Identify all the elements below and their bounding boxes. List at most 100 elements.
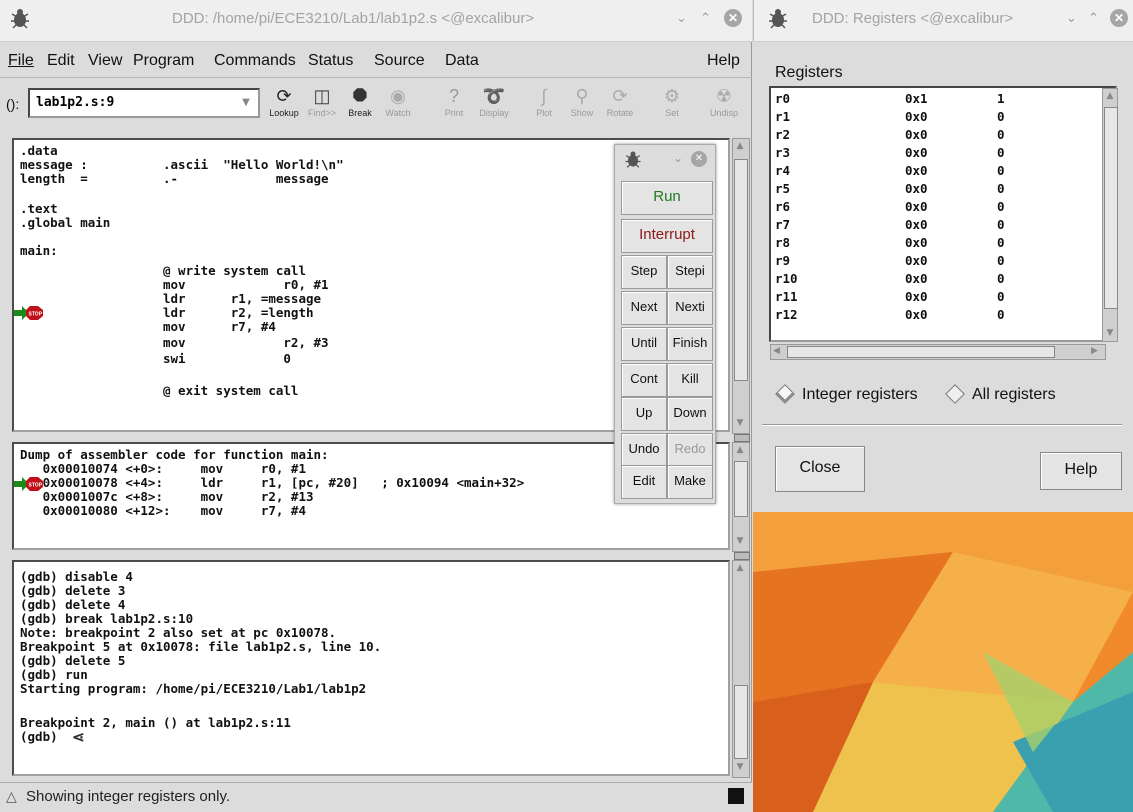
set-button[interactable]: ⚙ Set [650, 84, 694, 128]
run-button[interactable]: Run [621, 181, 713, 215]
command-tool-close-icon[interactable]: ✕ [691, 151, 707, 167]
scroll-down-icon[interactable]: ▼ [734, 535, 746, 547]
menu-help[interactable]: Help [707, 52, 740, 70]
status-indicator [728, 788, 744, 804]
scroll-down-icon[interactable]: ▼ [734, 761, 746, 773]
watch-icon: ◉ [390, 86, 406, 106]
argument-field[interactable]: lab1p2.s:9 [28, 88, 260, 118]
ddd-bug-icon [625, 151, 641, 168]
menu-status[interactable]: Status [308, 52, 353, 70]
assembler-scrollbar[interactable]: ▲ ▼ [732, 442, 750, 552]
registers-window-title: DDD: Registers <@excalibur> [812, 10, 1014, 27]
finish-button[interactable]: Finish [667, 327, 713, 361]
svg-text:STOP: STOP [29, 312, 43, 318]
pane-sash[interactable] [734, 434, 750, 442]
menu-data[interactable]: Data [445, 52, 479, 70]
main-window-title: DDD: /home/pi/ECE3210/Lab1/lab1p2.s <@ex… [172, 10, 535, 27]
menu-file[interactable]: File [8, 52, 34, 70]
minimize-icon[interactable]: ⌄ [676, 10, 687, 26]
scroll-up-icon[interactable]: ▲ [734, 140, 746, 152]
source-scroll-thumb[interactable] [734, 159, 748, 381]
registers-list[interactable]: r0 0x1 1 r1 0x0 0 r2 0x0 0 r3 0x0 0 r4 0x0 0 r5 0x0… [769, 86, 1117, 342]
menu-source[interactable]: Source [374, 52, 425, 70]
scroll-down-icon[interactable]: ▼ [734, 417, 746, 429]
menu-program[interactable]: Program [133, 52, 194, 70]
registers-help-button[interactable]: Help [1040, 452, 1122, 490]
svg-text:STOP: STOP [29, 483, 43, 489]
nexti-button[interactable]: Nexti [667, 291, 713, 325]
stepi-button[interactable]: Stepi [667, 255, 713, 289]
close-icon[interactable]: ✕ [724, 9, 742, 27]
source-line: mov r2, #3 [20, 335, 329, 350]
scroll-up-icon[interactable]: ▲ [1104, 90, 1116, 102]
next-button[interactable]: Next [621, 291, 667, 325]
registers-hscroll-thumb[interactable] [787, 346, 1055, 358]
gdb-console-pane[interactable]: (gdb) disable 4 (gdb) delete 3 (gdb) del… [12, 560, 730, 776]
text-cursor-icon: ⋖ [72, 728, 85, 746]
source-line: swi 0 [20, 351, 291, 366]
set-icon: ⚙ [663, 86, 681, 106]
console-scrollbar[interactable]: ▲ ▼ [732, 560, 750, 778]
scroll-down-icon[interactable]: ▼ [1104, 327, 1116, 339]
registers-heading: Registers [775, 64, 843, 81]
registers-close-button[interactable]: Close [775, 446, 865, 492]
edit-button[interactable]: Edit [621, 465, 667, 499]
kill-button[interactable]: Kill [667, 363, 713, 397]
ddd-bug-icon [11, 9, 29, 29]
menu-view[interactable]: View [88, 52, 122, 70]
execution-arrow-breakpoint-icon[interactable]: STOP [14, 305, 44, 321]
main-titlebar[interactable]: DDD: /home/pi/ECE3210/Lab1/lab1p2.s <@ex… [0, 0, 752, 42]
minimize-icon[interactable]: ⌄ [1066, 10, 1077, 26]
step-button[interactable]: Step [621, 255, 667, 289]
asm-line: 0x00010080 <+12>: mov r7, #4 [20, 503, 306, 518]
registers-scroll-thumb[interactable] [1104, 107, 1118, 309]
status-message: Showing integer registers only. [26, 788, 230, 805]
watch-button[interactable]: ◉ Watch [376, 84, 420, 128]
print-button[interactable]: ? Print [432, 84, 476, 128]
assembler-scroll-thumb[interactable] [734, 461, 748, 517]
maximize-icon[interactable]: ⌃ [700, 10, 711, 26]
until-button[interactable]: Until [621, 327, 667, 361]
scroll-right-icon[interactable]: ▶ [1091, 346, 1098, 356]
down-button[interactable]: Down [667, 397, 713, 431]
argument-label: (): [6, 96, 20, 112]
integer-registers-radio[interactable]: Integer registers [775, 383, 918, 404]
scroll-up-icon[interactable]: ▲ [734, 444, 746, 456]
all-registers-radio[interactable]: All registers [945, 383, 1056, 404]
console-prompt[interactable]: (gdb) [20, 729, 65, 744]
radio-selected-icon [775, 383, 795, 404]
registers-separator [762, 424, 1122, 426]
scroll-left-icon[interactable]: ◀ [773, 346, 780, 356]
display-button[interactable]: ➰ Display [472, 84, 516, 128]
pane-sash[interactable] [734, 552, 750, 560]
status-toggle-icon[interactable]: △ [6, 789, 17, 805]
up-button[interactable]: Up [621, 397, 667, 431]
radio-unselected-icon [945, 383, 965, 404]
command-tool-menu-icon[interactable]: ⌄ [673, 151, 683, 165]
undisp-icon: ☢ [715, 86, 733, 106]
console-scroll-thumb[interactable] [734, 685, 748, 759]
argument-dropdown-icon[interactable]: ▼ [236, 92, 256, 114]
rotate-icon: ⟳ [612, 86, 628, 106]
display-icon: ➰ [482, 86, 506, 106]
scroll-up-icon[interactable]: ▲ [734, 562, 746, 574]
make-button[interactable]: Make [667, 465, 713, 499]
desktop-wallpaper [753, 512, 1133, 812]
registers-vertical-scrollbar[interactable]: ▲ ▼ [1102, 88, 1118, 342]
registers-titlebar[interactable]: DDD: Registers <@excalibur> ⌄ ⌃ ✕ [753, 0, 1133, 42]
cont-button[interactable]: Cont [621, 363, 667, 397]
close-icon[interactable]: ✕ [1110, 9, 1128, 27]
menu-edit[interactable]: Edit [47, 52, 75, 70]
source-scrollbar[interactable]: ▲ ▼ [732, 138, 750, 434]
registers-horizontal-scrollbar[interactable]: ◀ ▶ [770, 344, 1106, 360]
menu-commands[interactable]: Commands [214, 52, 296, 70]
rotate-button[interactable]: ⟳ Rotate [598, 84, 642, 128]
source-line: mov r7, #4 [20, 319, 276, 334]
undo-button[interactable]: Undo [621, 433, 667, 467]
interrupt-button[interactable]: Interrupt [621, 219, 713, 253]
maximize-icon[interactable]: ⌃ [1088, 10, 1099, 26]
undisp-button[interactable]: ☢ Undisp [702, 84, 746, 128]
redo-button[interactable]: Redo [667, 433, 713, 467]
ddd-bug-icon [769, 9, 787, 29]
asm-execution-arrow-breakpoint-icon[interactable]: STOP [14, 476, 44, 492]
